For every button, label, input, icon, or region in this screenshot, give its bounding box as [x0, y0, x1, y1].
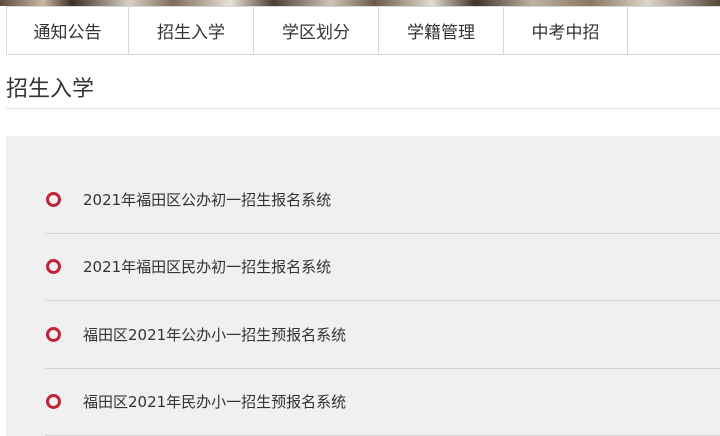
page-title: 招生入学 — [6, 77, 95, 102]
main-nav: 通知公告 招生入学 学区划分 学籍管理 中考中招 — [6, 6, 720, 55]
link-panel: 2021年福田区公办初一招生报名系统 2021年福田区民办初一招生报名系统 福田… — [6, 136, 720, 436]
circle-bullet-icon — [46, 191, 61, 207]
circle-bullet-icon — [46, 394, 61, 410]
tab-high-school-exam[interactable]: 中考中招 — [503, 7, 628, 54]
list-item[interactable]: 2021年福田区民办初一招生报名系统 — [45, 234, 720, 301]
list-item[interactable]: 2021年福田区公办初一招生报名系统 — [45, 166, 720, 234]
tab-notices[interactable]: 通知公告 — [6, 7, 128, 54]
circle-bullet-icon — [46, 326, 61, 342]
list-item[interactable]: 福田区2021年公办小一招生预报名系统 — [45, 301, 720, 369]
list-item[interactable]: 福田区2021年民办小一招生预报名系统 — [45, 369, 720, 436]
tab-school-districts[interactable]: 学区划分 — [253, 7, 378, 54]
tab-enrollment[interactable]: 招生入学 — [128, 7, 253, 54]
list-item-link[interactable]: 2021年福田区公办初一招生报名系统 — [83, 189, 331, 210]
list-item-link[interactable]: 福田区2021年民办小一招生预报名系统 — [83, 391, 346, 412]
list-item-link[interactable]: 福田区2021年公办小一招生预报名系统 — [83, 324, 346, 345]
circle-bullet-icon — [46, 259, 61, 275]
link-list: 2021年福田区公办初一招生报名系统 2021年福田区民办初一招生报名系统 福田… — [45, 166, 720, 436]
title-divider — [6, 108, 720, 109]
tab-student-records[interactable]: 学籍管理 — [378, 7, 503, 54]
list-item-link[interactable]: 2021年福田区民办初一招生报名系统 — [83, 256, 331, 277]
